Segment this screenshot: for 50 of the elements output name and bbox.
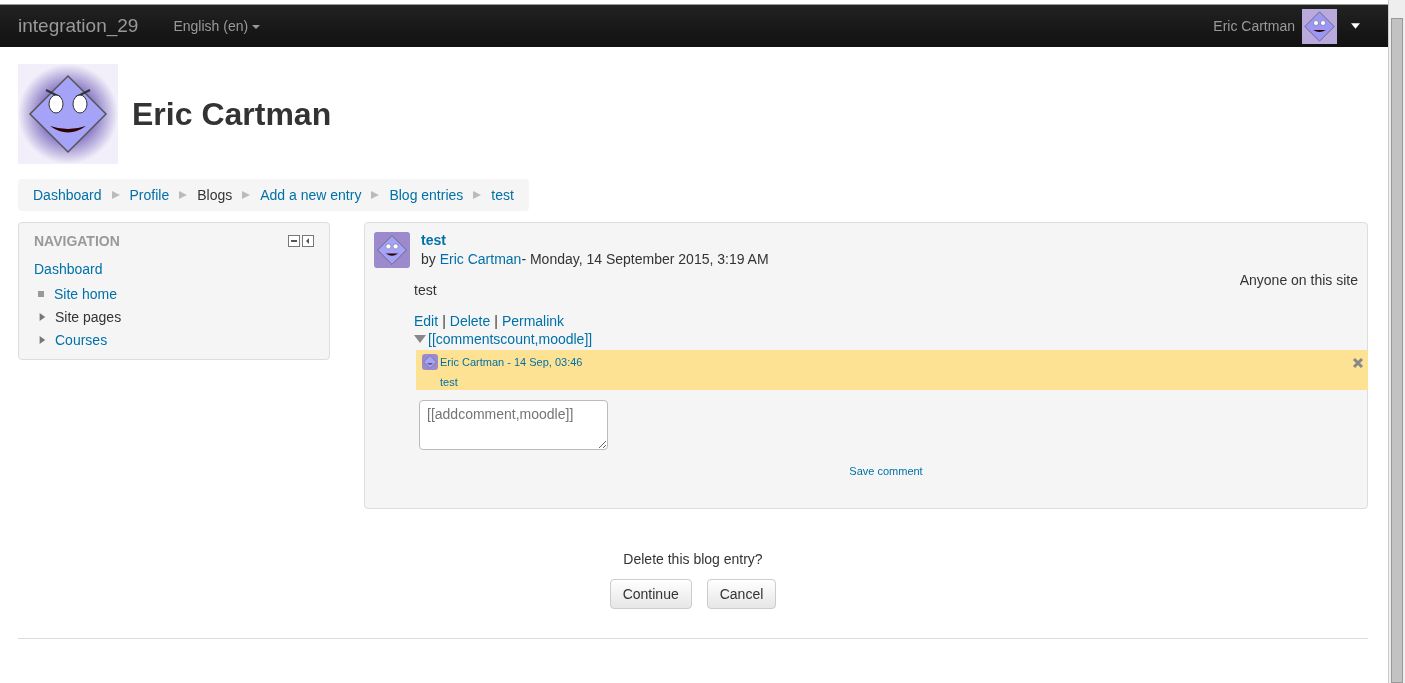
close-icon[interactable]	[1352, 357, 1364, 369]
save-comment-link[interactable]: Save comment	[849, 465, 923, 477]
scrollbar[interactable]	[1388, 0, 1405, 683]
avatar-icon	[422, 354, 438, 370]
separator-text: |	[442, 313, 446, 329]
block-title: NAVIGATION	[34, 233, 120, 249]
separator-icon	[242, 191, 251, 199]
page-title: Eric Cartman	[132, 95, 332, 133]
confirm-question: Delete this blog entry?	[622, 551, 764, 567]
breadcrumb-link[interactable]: Profile	[129, 187, 170, 203]
comment-input-field[interactable]: [[addcomment,moodle]]	[419, 400, 608, 450]
breadcrumb-link[interactable]: Blog entries	[389, 187, 464, 203]
nav-text: Site pages	[55, 308, 122, 325]
confirm-button[interactable]: Continue	[609, 579, 692, 609]
action-link[interactable]: Permalink	[501, 313, 565, 329]
separator-icon	[473, 191, 482, 199]
separator-icon	[111, 191, 120, 199]
bullet-icon	[38, 290, 44, 297]
action-link[interactable]: Edit	[414, 313, 439, 329]
avatar-icon	[374, 232, 410, 268]
comment-author-date[interactable]: Eric Cartman - 14 Sep, 03:46	[440, 356, 583, 368]
breadcrumb-link[interactable]: test	[491, 187, 514, 203]
comments-toggle-link[interactable]: [[commentscount,moodle]]	[428, 331, 593, 347]
nav-link[interactable]: Site home	[54, 285, 118, 302]
caret-icon[interactable]	[1351, 23, 1360, 29]
nav-link[interactable]: Dashboard	[34, 261, 314, 277]
avatar-icon[interactable]	[1302, 8, 1337, 44]
comment-text: test	[440, 376, 459, 388]
separator-text: |	[494, 313, 498, 329]
language-menu[interactable]: English (en)	[173, 18, 261, 34]
entry-body-text: test	[414, 282, 438, 298]
breadcrumb-link[interactable]: Dashboard	[33, 187, 102, 203]
visibility-text: Anyone on this site	[1239, 272, 1358, 288]
collapse-arrow-icon[interactable]	[414, 335, 426, 343]
user-name[interactable]: Eric Cartman	[1213, 18, 1295, 34]
author-link[interactable]: Eric Cartman	[439, 251, 522, 267]
action-link[interactable]: Delete	[449, 313, 491, 329]
confirm-button[interactable]: Cancel	[706, 579, 777, 609]
nav-link[interactable]: Courses	[55, 331, 108, 348]
entry-date: - Monday, 14 September 2015, 3:19 AM	[521, 251, 769, 267]
site-brand-link[interactable]: integration_29	[18, 15, 139, 37]
dock-icon[interactable]	[302, 235, 314, 247]
avatar-icon	[18, 64, 118, 164]
separator-icon	[179, 191, 188, 199]
breadcrumb-text: Blogs	[197, 187, 233, 203]
minimize-icon[interactable]	[288, 235, 300, 247]
entry-title-link[interactable]: test	[421, 232, 769, 248]
separator-icon	[371, 191, 380, 199]
breadcrumb-link[interactable]: Add a new entry	[260, 187, 362, 203]
byline-text: by	[421, 251, 436, 267]
